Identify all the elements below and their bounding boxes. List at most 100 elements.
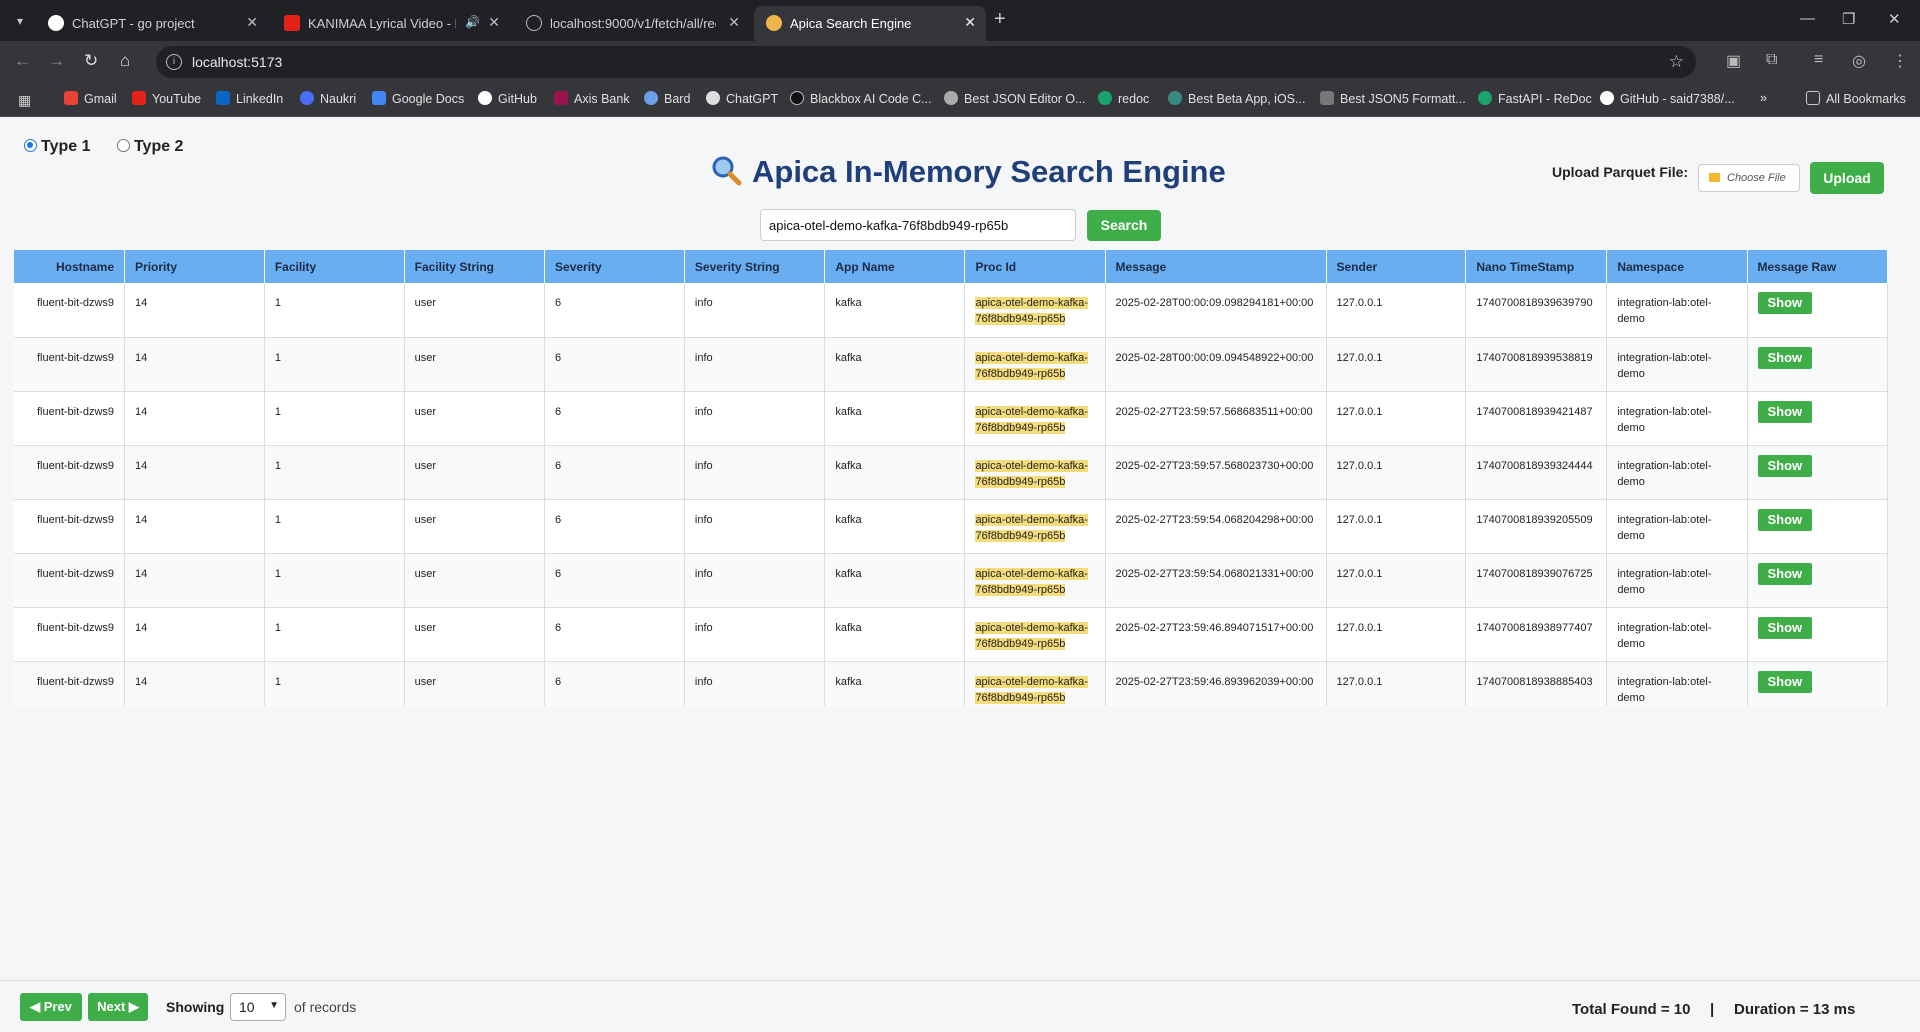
- priority-cell: 14: [124, 445, 265, 500]
- choose-file-button[interactable]: Choose File: [1698, 164, 1800, 192]
- extension-icon[interactable]: ▣: [1726, 51, 1741, 71]
- bookmark-json-editor[interactable]: Best JSON Editor O...: [944, 91, 1086, 106]
- bookmark-github[interactable]: GitHub: [478, 91, 537, 106]
- bookmark-bard[interactable]: Bard: [644, 91, 690, 106]
- proc-id-highlight: apica-otel-demo-kafka-: [975, 675, 1088, 688]
- show-raw-button[interactable]: Show: [1757, 616, 1813, 639]
- tab-localhost-fetch[interactable]: localhost:9000/v1/fetch/all/reco ✕: [514, 6, 750, 41]
- bookmark-beta-app[interactable]: Best Beta App, iOS...: [1168, 91, 1305, 106]
- bookmark-gmail[interactable]: Gmail: [64, 91, 117, 106]
- prev-button[interactable]: ◀ Prev: [20, 993, 82, 1021]
- type-2-radio[interactable]: Type 2: [116, 138, 183, 155]
- close-tab-icon[interactable]: ✕: [488, 14, 500, 31]
- site-info-icon[interactable]: i: [166, 54, 182, 70]
- bookmark-github-said[interactable]: GitHub - said7388/...: [1600, 91, 1735, 106]
- next-button[interactable]: Next ▶: [88, 993, 148, 1021]
- show-raw-button[interactable]: Show: [1757, 292, 1813, 314]
- bookmark-fastapi[interactable]: FastAPI - ReDoc: [1478, 91, 1592, 106]
- folder-icon: [1806, 91, 1820, 105]
- bookmark-redoc[interactable]: redoc: [1098, 91, 1149, 106]
- message-text: 2025-02-27T23:59:54.068021331+00:00: [1115, 567, 1314, 580]
- hostname-cell: fluent-bit-dzws9: [14, 337, 126, 392]
- close-tab-icon[interactable]: ✕: [964, 14, 976, 31]
- severity-string-cell: info: [684, 499, 826, 554]
- sender-cell: 127.0.0.1: [1326, 283, 1467, 338]
- bookmark-star-icon[interactable]: ☆: [1669, 52, 1684, 72]
- bookmark-blackbox[interactable]: Blackbox AI Code C...: [790, 91, 932, 106]
- more-bookmarks-icon[interactable]: »: [1760, 91, 1767, 105]
- hostname-cell: fluent-bit-dzws9: [14, 391, 126, 446]
- menu-icon[interactable]: ⋮: [1892, 51, 1908, 71]
- forward-icon[interactable]: →: [48, 51, 65, 71]
- bookmark-linkedin[interactable]: LinkedIn: [216, 91, 283, 106]
- profile-icon[interactable]: ◎: [1852, 51, 1866, 71]
- home-icon[interactable]: ⌂: [120, 51, 130, 71]
- minimize-icon[interactable]: —: [1800, 10, 1815, 27]
- github-icon: [1600, 91, 1614, 105]
- namespace-line: integration-lab:otel-: [1617, 405, 1712, 418]
- address-bar[interactable]: i localhost:5173 ☆: [156, 46, 1696, 78]
- sender-cell: 127.0.0.1: [1326, 337, 1467, 392]
- proc-id-cell: apica-otel-demo-kafka- 76f8bdb949-rp65b: [964, 499, 1106, 554]
- show-raw-button[interactable]: Show: [1757, 400, 1813, 423]
- show-raw-button[interactable]: Show: [1757, 670, 1813, 693]
- show-raw-button[interactable]: Show: [1757, 508, 1813, 531]
- reload-icon[interactable]: ↻: [84, 51, 98, 71]
- app-name-cell: kafka: [824, 661, 966, 706]
- results-table: Hostname Priority Facility Facility String S…: [14, 250, 1888, 706]
- all-bookmarks[interactable]: All Bookmarks: [1806, 91, 1906, 106]
- show-raw-button[interactable]: Show: [1757, 346, 1813, 369]
- puzzle-icon[interactable]: ⧉: [1766, 51, 1777, 69]
- tab-youtube[interactable]: KANIMAA Lyrical Video - RE 🔊 ✕: [272, 6, 510, 41]
- search-input[interactable]: apica-otel-demo-kafka-76f8bdb949-rp65b: [760, 209, 1076, 241]
- message-cell: 2025-02-27T23:59:46.893962039+00:00: [1105, 661, 1327, 706]
- tab-apica-search[interactable]: Apica Search Engine ✕: [754, 6, 986, 41]
- upload-button[interactable]: Upload: [1810, 162, 1884, 194]
- globe-icon: [944, 91, 958, 105]
- show-raw-button[interactable]: Show: [1757, 454, 1813, 477]
- magnifier-icon: [710, 154, 742, 186]
- back-icon[interactable]: ←: [14, 51, 31, 71]
- apps-grid-icon[interactable]: ▦: [18, 92, 31, 109]
- type-selector: Type 1 Type 2: [24, 138, 205, 156]
- results-table-container[interactable]: Hostname Priority Facility Facility String S…: [14, 250, 1906, 706]
- bookmark-json5[interactable]: Best JSON5 Formatt...: [1320, 91, 1466, 106]
- search-button[interactable]: Search: [1087, 210, 1161, 241]
- close-tab-icon[interactable]: ✕: [728, 14, 740, 31]
- severity-string-cell: info: [684, 661, 826, 706]
- bookmark-chatgpt[interactable]: ChatGPT: [706, 91, 778, 106]
- namespace-line: integration-lab:otel-: [1617, 513, 1712, 526]
- facility-string-cell: user: [404, 553, 546, 608]
- tab-chatgpt[interactable]: ChatGPT - go project ✕: [36, 6, 268, 41]
- bookmark-axis-bank[interactable]: Axis Bank: [554, 91, 630, 106]
- facility-cell: 1: [264, 607, 405, 662]
- reading-list-icon[interactable]: ≡: [1814, 51, 1823, 69]
- page-size-select[interactable]: 10 ▼: [230, 993, 286, 1021]
- proc-id-highlight: apica-otel-demo-kafka-: [975, 567, 1088, 580]
- hostname-cell: fluent-bit-dzws9: [14, 499, 126, 554]
- column-header: Facility: [264, 250, 405, 283]
- hostname-cell: fluent-bit-dzws9: [14, 445, 126, 500]
- facility-string-cell: user: [404, 283, 546, 338]
- tab-search-icon[interactable]: ▾: [8, 10, 32, 32]
- restore-icon[interactable]: ❐: [1842, 10, 1855, 28]
- new-tab-icon[interactable]: +: [994, 8, 1006, 31]
- bookmark-google-docs[interactable]: Google Docs: [372, 91, 464, 106]
- namespace-cell: integration-lab:otel-demo: [1606, 553, 1748, 608]
- bookmark-youtube[interactable]: YouTube: [132, 91, 201, 106]
- proc-id-highlight: apica-otel-demo-kafka-: [975, 297, 1088, 309]
- facility-string-cell: user: [404, 661, 546, 706]
- separator: |: [1710, 1001, 1715, 1018]
- sender-cell: 127.0.0.1: [1326, 499, 1467, 554]
- bookmark-naukri[interactable]: Naukri: [300, 91, 356, 106]
- duration: Duration = 13 ms: [1734, 1001, 1856, 1018]
- type-1-radio[interactable]: Type 1: [24, 138, 91, 155]
- nano-timestamp-cell: 1740700818939076725: [1465, 553, 1608, 608]
- speaker-icon[interactable]: 🔊: [465, 15, 480, 29]
- close-window-icon[interactable]: ✕: [1888, 10, 1901, 28]
- close-tab-icon[interactable]: ✕: [246, 14, 258, 31]
- message-cell: 2025-02-27T23:59:54.068021331+00:00: [1105, 553, 1327, 608]
- namespace-line: integration-lab:otel-: [1617, 459, 1712, 472]
- show-raw-button[interactable]: Show: [1757, 562, 1813, 585]
- proc-id-highlight: 76f8bdb949-rp65b: [975, 367, 1066, 380]
